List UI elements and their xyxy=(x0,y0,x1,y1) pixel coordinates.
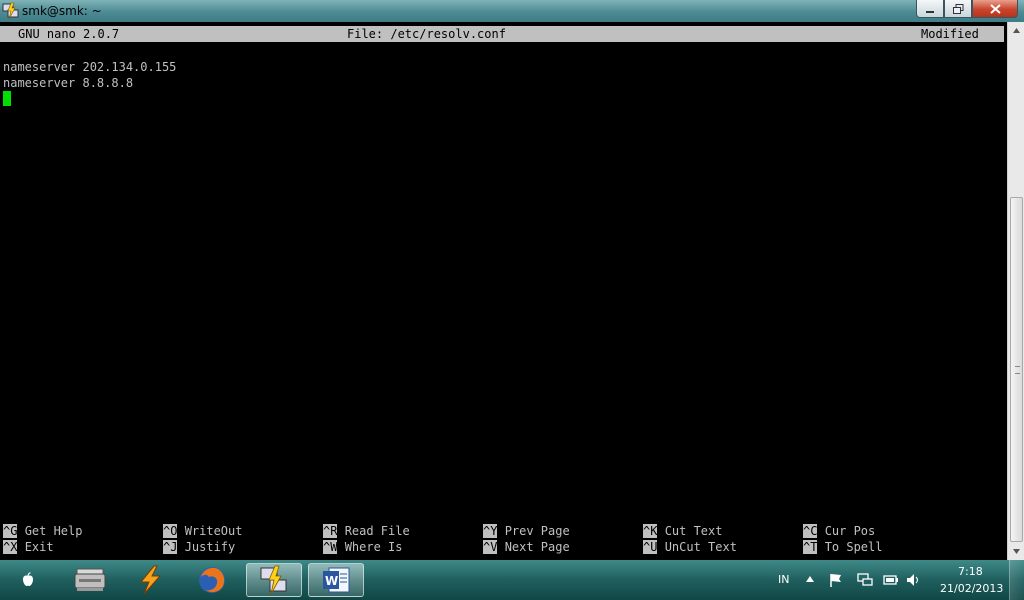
shortcut-where-is: ^W Where Is xyxy=(323,540,403,554)
scrollbar-thumb[interactable] xyxy=(1010,197,1023,542)
shortcut-to-spell: ^T To Spell xyxy=(803,540,883,554)
winamp-icon xyxy=(139,565,162,595)
taskbar-app-putty[interactable] xyxy=(246,563,302,597)
window-title-bar[interactable]: smk@smk: ~ xyxy=(0,0,1024,22)
shortcut-exit: ^X Exit xyxy=(3,540,54,554)
firefox-icon xyxy=(199,567,225,593)
action-center-flag-icon[interactable] xyxy=(828,572,844,588)
restore-icon xyxy=(952,3,963,14)
clock-date[interactable]: 21/02/2013 xyxy=(940,582,1003,595)
shortcut-uncut-text: ^U UnCut Text xyxy=(643,540,737,554)
shortcut-cut-text: ^K Cut Text xyxy=(643,524,723,538)
window-controls xyxy=(916,0,1018,18)
close-icon xyxy=(989,3,1001,14)
word-icon: W xyxy=(323,567,350,593)
shortcut-writeout: ^O WriteOut xyxy=(163,524,243,538)
shortcut-prev-page: ^Y Prev Page xyxy=(483,524,570,538)
volume-icon[interactable] xyxy=(906,573,920,587)
text-cursor xyxy=(3,91,11,106)
window-title: smk@smk: ~ xyxy=(22,4,102,18)
svg-text:W: W xyxy=(325,574,338,588)
show-desktop-button[interactable] xyxy=(1009,560,1024,600)
shortcut-get-help: ^G Get Help xyxy=(3,524,83,538)
terminal-area[interactable]: GNU nano 2.0.7 File: /etc/resolv.conf Mo… xyxy=(0,22,1007,560)
file-line[interactable]: nameserver 202.134.0.155 xyxy=(3,60,176,74)
file-line[interactable]: nameserver 8.8.8.8 xyxy=(3,76,133,90)
arrow-down-icon xyxy=(1013,549,1020,554)
nano-version: GNU nano 2.0.7 xyxy=(18,27,120,41)
taskbar-app-winamp[interactable] xyxy=(122,563,178,597)
scroll-down-button[interactable] xyxy=(1008,543,1024,560)
scanner-icon xyxy=(74,568,106,591)
network-icon[interactable] xyxy=(857,572,873,588)
nano-header-bar: GNU nano 2.0.7 File: /etc/resolv.conf Mo… xyxy=(0,26,1004,42)
taskbar-app-scanner[interactable] xyxy=(62,563,118,597)
language-indicator[interactable]: IN xyxy=(778,573,789,586)
start-button[interactable] xyxy=(0,563,56,597)
minimize-icon xyxy=(926,10,934,13)
nano-filename: File: /etc/resolv.conf xyxy=(347,27,506,41)
shortcut-cur-pos: ^C Cur Pos xyxy=(803,524,876,538)
grip-icon xyxy=(1015,366,1020,374)
close-button[interactable] xyxy=(972,0,1018,18)
shortcut-next-page: ^V Next Page xyxy=(483,540,570,554)
putty-icon xyxy=(2,2,19,20)
show-hidden-icons-icon[interactable] xyxy=(806,576,814,582)
taskbar-app-firefox[interactable] xyxy=(184,563,240,597)
battery-icon[interactable] xyxy=(883,573,899,587)
shortcut-read-file: ^R Read File xyxy=(323,524,410,538)
apple-icon xyxy=(23,572,33,587)
clock-time[interactable]: 7:18 xyxy=(958,565,983,578)
nano-status: Modified xyxy=(921,27,979,41)
putty-icon xyxy=(260,565,287,595)
scroll-up-button[interactable] xyxy=(1008,22,1024,39)
arrow-up-icon xyxy=(1013,28,1020,33)
restore-button[interactable] xyxy=(944,0,972,18)
minimize-button[interactable] xyxy=(916,0,944,18)
taskbar-app-word[interactable]: W xyxy=(308,563,364,597)
shortcut-justify: ^J Justify xyxy=(163,540,236,554)
taskbar: W IN 7:18 21/02/2013 xyxy=(0,560,1024,600)
vertical-scrollbar[interactable] xyxy=(1007,22,1024,560)
